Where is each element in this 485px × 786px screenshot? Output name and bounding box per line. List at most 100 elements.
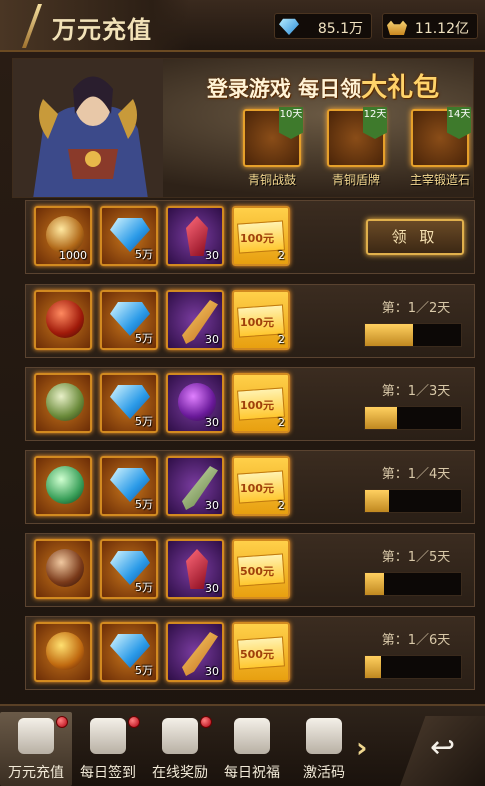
item-qty: 30 xyxy=(205,249,219,262)
item-qty: 30 xyxy=(205,333,219,346)
item-qty: 5万 xyxy=(135,581,153,594)
voucher-label: 100元 xyxy=(240,482,274,495)
back-button[interactable]: ↩ xyxy=(400,716,485,786)
nav-activation-code[interactable]: 激活码 xyxy=(288,712,360,786)
gift-label: 主宰锻造石 xyxy=(409,173,470,187)
day-progress-label: 第：1／2天 xyxy=(381,301,451,316)
reward-slot[interactable]: 5万 xyxy=(100,456,158,516)
reward-slot[interactable]: 5万 xyxy=(100,206,158,266)
voucher-label: 100元 xyxy=(240,316,274,329)
reward-row: 5万 30 100元 2 第：1／2天 xyxy=(25,284,475,358)
item-qty: 2 xyxy=(278,416,285,429)
reward-row: 5万 30 100元 2 第：1／3天 xyxy=(25,367,475,441)
page-title: 万元充值 xyxy=(52,16,152,44)
reward-slot[interactable]: 30 xyxy=(166,206,224,266)
reward-slot[interactable]: 100元 2 xyxy=(232,456,290,516)
nav-daily-blessing[interactable]: 每日祝福 xyxy=(216,712,288,786)
reward-slot[interactable] xyxy=(34,373,92,433)
banner-title-text: 登录游戏 每日领 xyxy=(206,77,362,101)
reward-slot[interactable]: 30 xyxy=(166,373,224,433)
item-qty: 5万 xyxy=(135,248,153,261)
shield-icon xyxy=(46,549,84,587)
diamond-balance-value: 85.1万 xyxy=(317,21,363,37)
voucher-label: 500元 xyxy=(240,648,274,661)
reward-row: 5万 30 100元 2 第：1／4天 xyxy=(25,450,475,524)
reward-slot[interactable]: 500元 xyxy=(232,539,290,599)
voucher-label: 100元 xyxy=(240,399,274,412)
milestone-gift[interactable]: 14天 主宰锻造石 xyxy=(405,107,473,187)
amulet-icon xyxy=(46,300,84,338)
reward-slot[interactable]: 5万 xyxy=(100,373,158,433)
notification-dot xyxy=(128,716,140,728)
diamond-balance: 85.1万 xyxy=(274,13,372,39)
reward-slot[interactable]: 30 xyxy=(166,456,224,516)
days-badge: 14天 xyxy=(447,107,471,139)
nav-online-reward[interactable]: 在线奖励 xyxy=(144,712,216,786)
voucher-label: 100元 xyxy=(240,232,274,245)
progress-fill xyxy=(365,656,382,678)
login-banner: 登录游戏 每日领大礼包 10天 青铜战鼓 12天 青铜盾牌 14天 主宰锻造石 xyxy=(12,58,474,198)
reward-slot[interactable]: 100元 2 xyxy=(232,206,290,266)
nav-label: 在线奖励 xyxy=(152,765,208,781)
item-qty: 5万 xyxy=(135,332,153,345)
claim-button[interactable]: 领 取 xyxy=(366,219,464,255)
sign-icon xyxy=(90,718,126,754)
ingot-icon xyxy=(387,20,407,35)
item-qty: 30 xyxy=(205,582,219,595)
ingot-balance: 11.12亿 xyxy=(382,13,478,39)
banner-title: 登录游戏 每日领大礼包 xyxy=(173,67,473,104)
reward-slot[interactable] xyxy=(34,456,92,516)
item-qty: 2 xyxy=(278,333,285,346)
day-progress-label: 第：1／4天 xyxy=(381,467,451,482)
reward-slot[interactable]: 30 xyxy=(166,622,224,682)
reward-row: 5万 30 500元 第：1／6天 xyxy=(25,616,475,690)
title-ornament xyxy=(21,4,43,48)
treasure-icon xyxy=(18,718,54,754)
gift-label: 青铜战鼓 xyxy=(247,173,296,187)
reward-slot[interactable] xyxy=(34,290,92,350)
item-qty: 2 xyxy=(278,499,285,512)
bottom-nav: 万元充值 每日签到 在线奖励 每日祝福 激活码 › ↩ xyxy=(0,704,485,786)
drum-icon xyxy=(46,383,84,421)
item-qty: 5万 xyxy=(135,415,153,428)
day-progress-label: 第：1／3天 xyxy=(381,384,451,399)
reward-slot[interactable]: 100元 2 xyxy=(232,373,290,433)
nav-label: 激活码 xyxy=(303,765,345,781)
nav-label: 每日祝福 xyxy=(224,765,280,781)
nav-daily-signin[interactable]: 每日签到 xyxy=(72,712,144,786)
reward-slot[interactable]: 500元 xyxy=(232,622,290,682)
milestone-gift[interactable]: 10天 青铜战鼓 xyxy=(237,107,307,187)
day-progress-bar xyxy=(364,323,462,347)
reward-slot[interactable]: 1000 xyxy=(34,206,92,266)
nav-recharge[interactable]: 万元充值 xyxy=(0,712,72,786)
notification-dot xyxy=(56,716,68,728)
reward-slot[interactable] xyxy=(34,622,92,682)
reward-slot[interactable]: 5万 xyxy=(100,539,158,599)
gift-box-icon xyxy=(234,718,270,754)
pendant-icon xyxy=(46,466,84,504)
voucher-label: 500元 xyxy=(240,565,274,578)
day-progress-bar xyxy=(364,406,462,430)
progress-fill xyxy=(365,490,389,512)
reward-slot[interactable]: 30 xyxy=(166,539,224,599)
milestone-gift[interactable]: 12天 青铜盾牌 xyxy=(321,107,391,187)
reward-slot[interactable]: 5万 xyxy=(100,290,158,350)
item-qty: 5万 xyxy=(135,664,153,677)
nav-label: 每日签到 xyxy=(80,765,136,781)
day-progress-bar xyxy=(364,572,462,596)
gift-bag-icon xyxy=(162,718,198,754)
ingot-balance-value: 11.12亿 xyxy=(414,21,469,37)
chest-icon xyxy=(306,718,342,754)
chevron-right-icon[interactable]: › xyxy=(356,728,382,768)
item-qty: 30 xyxy=(205,665,219,678)
reward-slot[interactable]: 5万 xyxy=(100,622,158,682)
diamond-icon xyxy=(279,18,299,35)
reward-slot[interactable] xyxy=(34,539,92,599)
reward-slot[interactable]: 100元 2 xyxy=(232,290,290,350)
item-qty: 2 xyxy=(278,249,285,262)
reward-row: 1000 5万 30 100元 2 领 取 xyxy=(25,200,475,274)
item-qty: 5万 xyxy=(135,498,153,511)
reward-slot[interactable]: 30 xyxy=(166,290,224,350)
recharge-page: 万元充值 85.1万 11.12亿 登录游戏 每日领大礼包 10天 青铜战鼓 1… xyxy=(0,0,485,786)
top-bar: 万元充值 85.1万 11.12亿 xyxy=(0,0,485,52)
